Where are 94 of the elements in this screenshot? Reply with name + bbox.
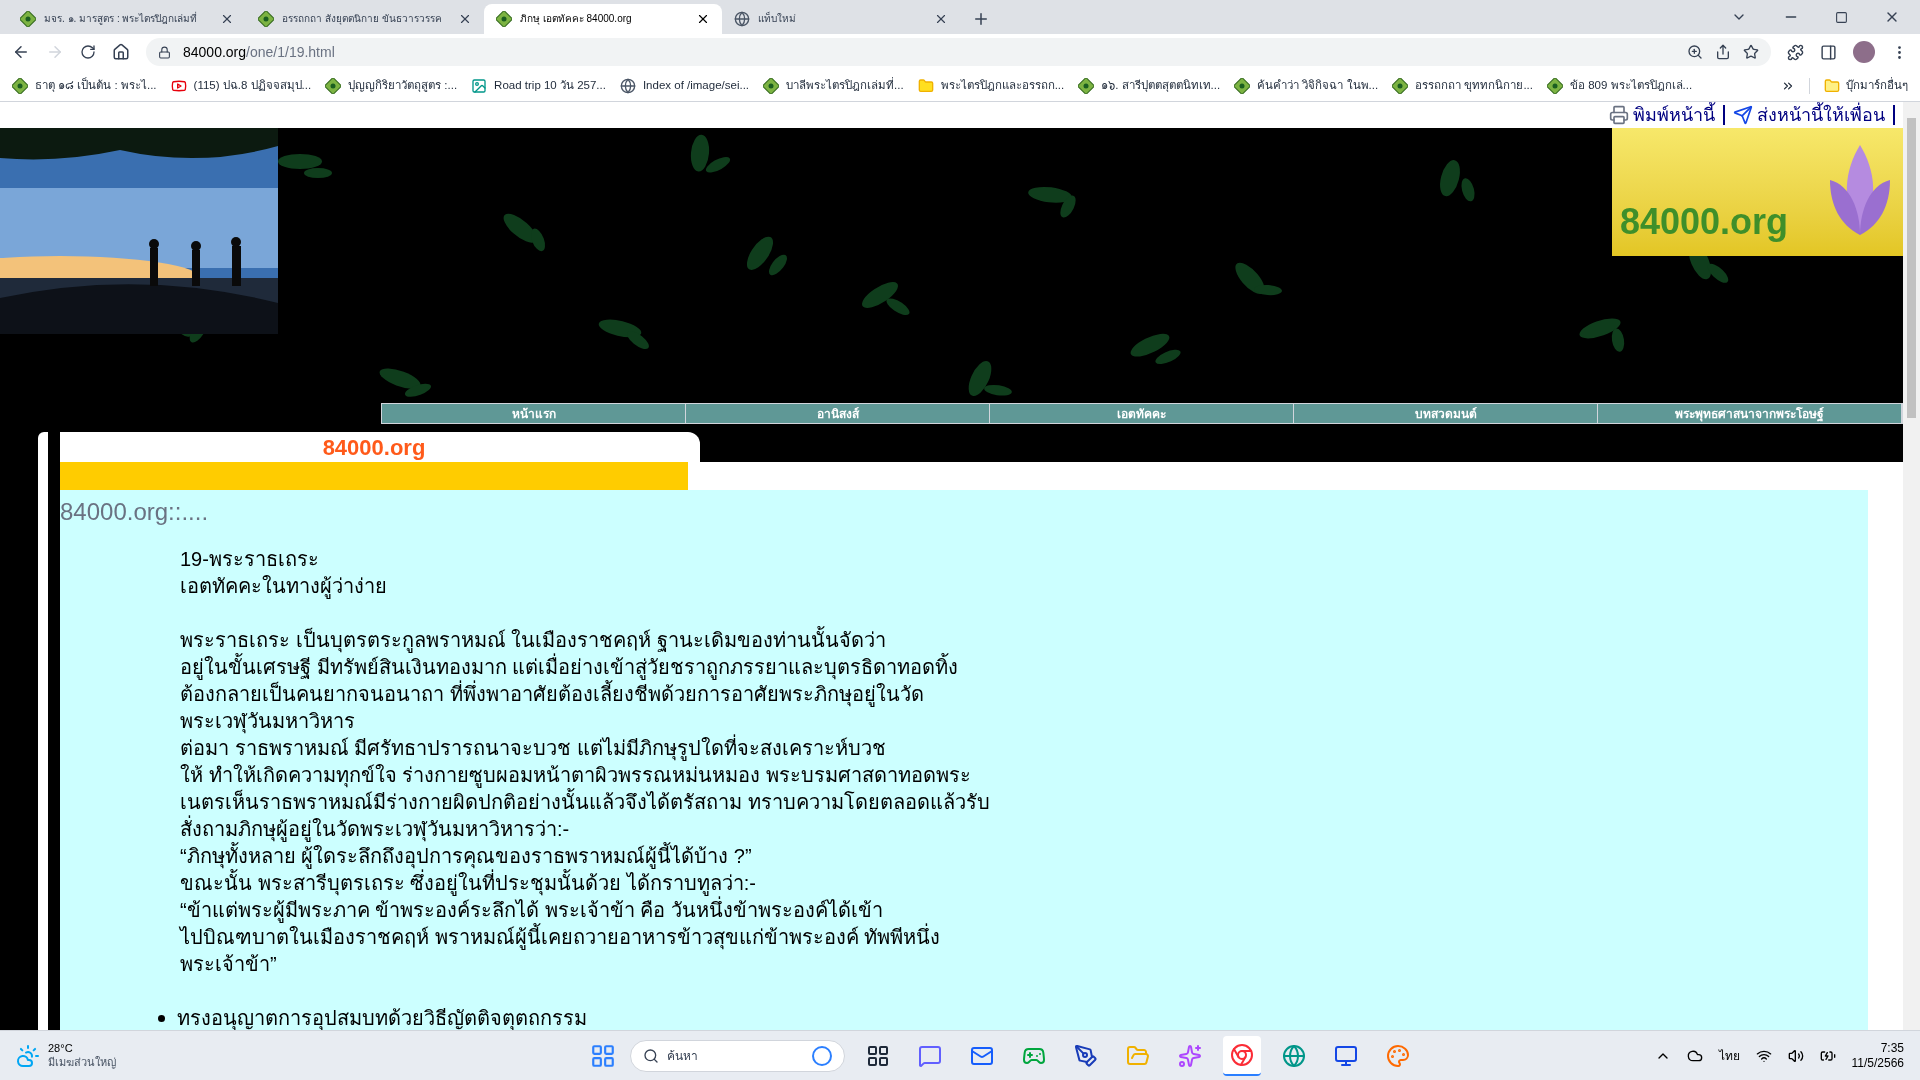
printer-icon <box>1609 105 1629 125</box>
leaf-icon <box>1392 77 1409 94</box>
back-icon[interactable] <box>12 43 30 61</box>
tab-title: แท็บใหม่ <box>758 10 796 26</box>
volume-icon[interactable] <box>1787 1047 1804 1064</box>
bookmark-item[interactable]: อรรถกถา ขุททกนิกาย... <box>1392 76 1533 95</box>
leaf-icon <box>325 77 342 94</box>
temperature: 28°C <box>48 1041 74 1056</box>
leaf-icon <box>1547 77 1563 94</box>
clock-time[interactable]: 7:35 <box>1880 1040 1904 1056</box>
globe-icon <box>1282 1043 1306 1068</box>
star-icon[interactable] <box>1743 44 1759 60</box>
page-link[interactable]: พิมพ์หน้านี้ <box>1609 102 1715 128</box>
chat-icon <box>918 1043 942 1068</box>
zoom-icon[interactable] <box>1687 44 1703 60</box>
pen-icon <box>1074 1043 1098 1068</box>
home-icon[interactable] <box>112 43 130 61</box>
globe-icon <box>619 77 636 94</box>
leaf-icon <box>20 11 36 27</box>
tab-title: มจร. ๑. มารสูตร : พระไตรปิฎกเล่มที่ <box>44 10 198 27</box>
heading-line: เอตทัคคะในทางผู้ว่าง่าย <box>180 574 388 600</box>
start-icon[interactable] <box>590 1042 616 1069</box>
body-line: ต่อมา ราธพราหมณ์ มีศรัทธาปรารถนาจะบวช แต่ไม่มีภิกษุรูปใดที่จะสงเคราะห์บวช <box>180 735 1868 762</box>
leaf-icon <box>1234 77 1251 94</box>
sparkles-icon <box>1178 1043 1202 1068</box>
profile-avatar[interactable] <box>1853 41 1875 63</box>
chrome-icon <box>1230 1042 1254 1067</box>
palette-icon <box>1386 1043 1410 1068</box>
address-field[interactable]: 84000.org/one/1/19.html <box>146 38 1771 66</box>
body-line: ให้ ทำให้เกิดความทุกข์ใจ ร่างกายซูบผอมหน้าตาผิวพรรณหม่นหมอง พระบรมศาสดาทอดพระ <box>180 763 972 788</box>
leaf-icon <box>496 11 512 27</box>
browser-tab[interactable]: ภิกษุ เอตทัคคะ 84000.org <box>484 4 722 34</box>
leaf-icon <box>258 11 274 27</box>
globe-icon <box>734 11 750 27</box>
weather-text: มีเมฆส่วนใหญ่ <box>48 1055 116 1070</box>
close-icon[interactable] <box>934 12 948 26</box>
bullet-text: ทรงอนุญาตการอุปสมบทด้วยวิธีญัตติจตุตถกรรม <box>177 1006 587 1030</box>
heading-line: 19-พระราธเถระ <box>180 547 320 572</box>
card-title: 84000.org <box>322 433 426 462</box>
bookmark-item[interactable]: ๑๖. สารีปุตตสุตตนิทเท... <box>1078 76 1221 95</box>
restore-icon[interactable] <box>1835 10 1848 24</box>
url-text: 84000.org/one/1/19.html <box>183 42 335 62</box>
body-line: “ภิกษุทั้งหลาย ผู้ใดระลึกถึงอุปการคุณของราธพราหมณ์ผู้นี้ได้บ้าง ?” <box>180 843 1868 870</box>
bookmark-item[interactable]: ธาตุ ๑๘ เป็นต้น : พระไ... <box>12 76 157 95</box>
body-line: อยู่ในขั้นเศรษฐี มีทรัพย์สินเงินทองมาก แต่เมื่อย่างเข้าสู่วัยชราถูกภรรยาและบุตรธิดาทอดทิ้ง <box>180 654 1868 681</box>
leaf-icon <box>763 77 780 94</box>
body-line: เนตรเห็นราธพราหมณ์มีร่างกายผิดปกติอย่างนั้นแล้วจึงได้ตรัสถาม ทราบความโดยตลอดแล้วรับ <box>180 789 1868 816</box>
new-tab-icon[interactable] <box>972 10 990 28</box>
page-link[interactable]: ส่งหน้านี้ให้เพื่อน <box>1733 102 1885 128</box>
body-line: ไปบิณฑบาตในเมืองราชคฤห์ พราหมณ์ผู้นี้เคยถวายอาหารข้าวสุขแก่ข้าพระองค์ ทัพพีหนึ่ง <box>180 924 1868 951</box>
search-icon <box>643 1047 659 1064</box>
body-line: พระราธเถระ เป็นบุตรตระกูลพราหมณ์ ในเมืองราชคฤห์ ฐานะเดิมของท่านนั้นจัดว่า <box>180 627 1868 654</box>
tab-title: อรรถกถา สังยุตตนิกาย ขันธวารวรรค <box>282 12 442 27</box>
body-line: “ข้าแต่พระผู้มีพระภาค ข้าพระองค์ระลึกได้ พระเจ้าข้า คือ วันหนึ่งข้าพระองค์ได้เข้า <box>180 897 1868 924</box>
bookmark-item[interactable]: ค้นคำว่า วิจิกิจฉา ในพ... <box>1234 76 1379 95</box>
extensions-icon[interactable] <box>1787 43 1804 61</box>
body-line: ต้องกลายเป็นคนยากจนอนาถา ที่พึ่งพาอาศัยต้องเลี้ยงชีพด้วยการอาศัยพระภิกษุอยู่ในวัด <box>180 681 1868 708</box>
bookmark-item[interactable]: บาลีพระไตรปิฎกเล่มที่... <box>763 76 904 95</box>
breadcrumb: 84000.org::.... <box>60 497 210 527</box>
leaf-icon <box>1078 77 1095 94</box>
search-field[interactable]: ค้นหา <box>630 1039 845 1072</box>
lock-icon <box>158 45 171 59</box>
bookmark-item[interactable]: บุ๊กมาร์กอื่นๆ <box>1824 76 1908 95</box>
folder-icon <box>1126 1043 1150 1068</box>
send-icon <box>1733 105 1753 125</box>
body-line: ขณะนั้น พระสารีบุตรเถระ ซึ่งอยู่ในที่ประชุมนั้นด้วย ได้กราบทูลว่า:- <box>180 870 1868 897</box>
side-panel-icon[interactable] <box>1820 43 1837 61</box>
clock-date[interactable]: 11/5/2566 <box>1851 1055 1904 1071</box>
folder-icon <box>1824 77 1840 94</box>
scrollbar[interactable] <box>1903 102 1920 1030</box>
grid-icon <box>866 1043 890 1068</box>
tab-title: ภิกษุ เอตทัคคะ 84000.org <box>520 12 632 27</box>
close-icon[interactable] <box>220 12 234 26</box>
body-line: พระเวฬุวันมหาวิหาร <box>180 709 356 735</box>
body-line: สั่งถามภิกษุผู้อยู่ในวัดพระเวฬุวันมหาวิหารว่า:- <box>180 816 1868 843</box>
folder-icon <box>917 77 934 94</box>
leaf-icon <box>12 77 28 94</box>
site-logo: 84000.org <box>1612 128 1903 256</box>
reload-icon[interactable] <box>80 44 96 60</box>
bookmark-item[interactable]: พระไตรปิฎกและอรรถก... <box>917 76 1065 95</box>
bookmark-item[interactable]: ข้อ 809 พระไตรปิฎกเล่... <box>1547 76 1693 95</box>
body-line: พระเจ้าข้า” <box>180 952 278 977</box>
close-icon[interactable] <box>696 12 710 26</box>
bullet-icon <box>158 1015 165 1022</box>
monitor-icon <box>1334 1043 1358 1068</box>
bookmark-item[interactable]: Index of /image/sei... <box>619 76 750 95</box>
bookmark-item[interactable]: Road trip 10 วัน 257... <box>471 76 606 95</box>
image-icon <box>471 77 488 94</box>
close-icon[interactable] <box>458 12 472 26</box>
bookmark-item[interactable]: (115) ปฉ.8 ปฏิจจสมุป... <box>170 76 312 95</box>
share-icon[interactable] <box>1715 44 1731 60</box>
bookmark-item[interactable]: ปุญญกิริยาวัตถุสูตร :... <box>325 76 458 95</box>
weather-icon <box>16 1043 40 1068</box>
language-indicator[interactable]: ไทย <box>1718 1046 1740 1065</box>
